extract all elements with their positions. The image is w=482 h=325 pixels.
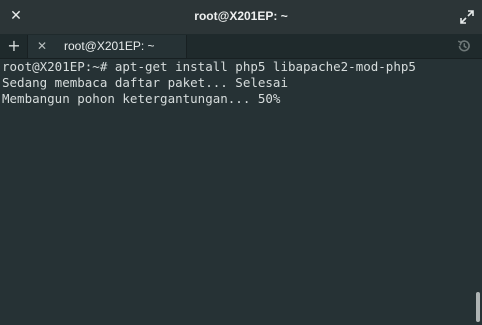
terminal-line: Sedang membaca daftar paket... Selesai xyxy=(2,75,288,90)
tab-label: root@X201EP: ~ xyxy=(64,39,155,53)
scrollbar[interactable] xyxy=(474,59,482,325)
terminal-line: Membangun pohon ketergantungan... 50% xyxy=(2,91,281,106)
scrollbar-thumb[interactable] xyxy=(476,292,480,322)
terminal-output[interactable]: root@X201EP:~# apt-get install php5 liba… xyxy=(0,59,474,325)
tab-bar: + ✕ root@X201EP: ~ xyxy=(0,34,482,59)
history-icon[interactable] xyxy=(456,38,472,54)
terminal-window: ✕ root@X201EP: ~ + ✕ root@X201EP: ~ root… xyxy=(0,0,482,325)
close-icon[interactable]: ✕ xyxy=(35,39,49,53)
plus-icon[interactable]: + xyxy=(4,34,24,58)
terminal-line: root@X201EP:~# apt-get install php5 liba… xyxy=(2,59,416,74)
title-bar[interactable]: ✕ root@X201EP: ~ xyxy=(0,0,482,35)
window-title: root@X201EP: ~ xyxy=(194,9,288,23)
tab-terminal[interactable]: ✕ root@X201EP: ~ xyxy=(27,35,187,58)
maximize-icon[interactable] xyxy=(460,9,474,24)
